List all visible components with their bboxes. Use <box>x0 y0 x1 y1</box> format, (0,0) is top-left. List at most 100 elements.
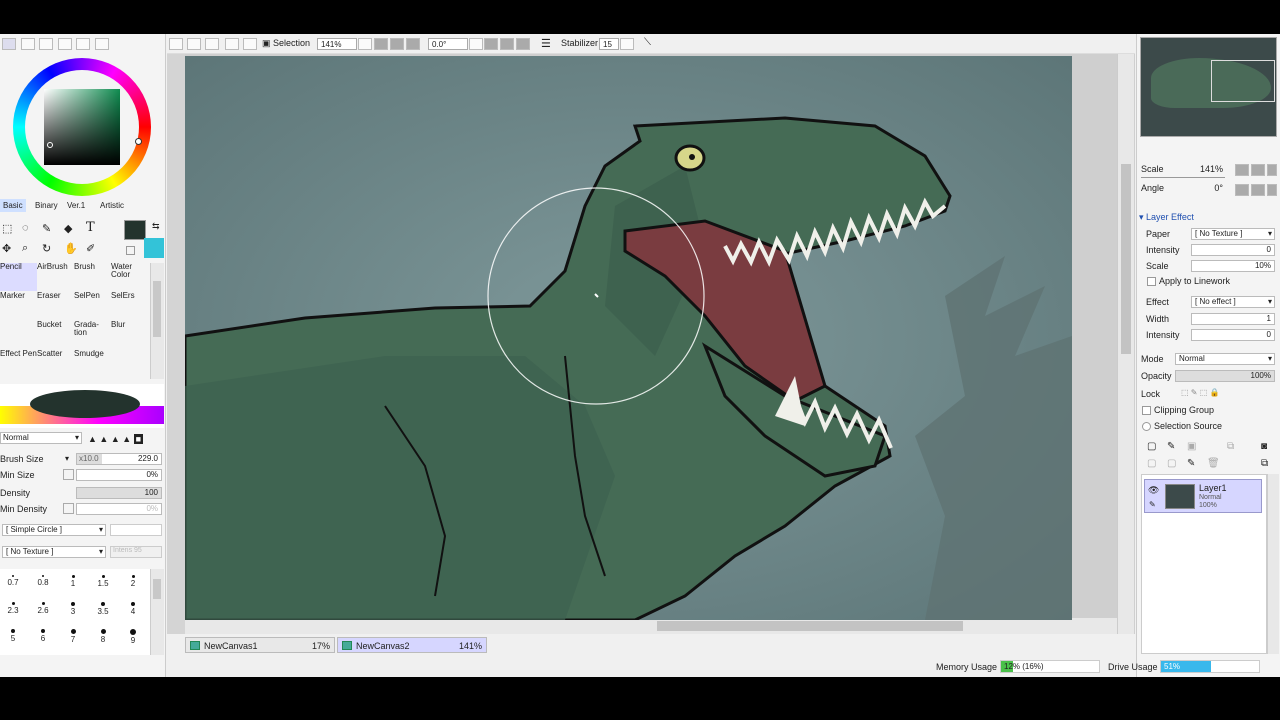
brush-shape-strength[interactable] <box>110 524 162 536</box>
brush-texture-select[interactable]: [ No Texture ] ▾ <box>2 546 106 558</box>
min-density-curve-button[interactable] <box>63 503 74 514</box>
tab-artistic[interactable]: Artistic <box>100 199 124 212</box>
apply-linework-checkbox[interactable] <box>1147 277 1156 286</box>
lasso-icon[interactable]: ◌ <box>22 222 29 234</box>
delete-layer-icon[interactable]: 🗑 <box>1207 458 1220 469</box>
transparent-color-icon[interactable] <box>126 246 135 255</box>
tool-blur[interactable]: Blur <box>111 321 148 349</box>
rgb-slider-icon[interactable] <box>20 38 35 50</box>
transfer-down-icon[interactable]: ▢ <box>1147 458 1156 469</box>
swatch-icon[interactable] <box>57 38 72 50</box>
effect-width-field[interactable]: 1 <box>1191 313 1275 325</box>
tool-empty[interactable] <box>0 321 37 349</box>
invert-select-icon[interactable] <box>225 38 239 50</box>
layer-effect-header[interactable]: ▾ Layer Effect <box>1139 212 1194 223</box>
clipping-group-checkbox[interactable] <box>1142 406 1151 415</box>
zoom-icon[interactable]: ⌕ <box>22 242 28 255</box>
new-linework-icon[interactable]: ✎ <box>1167 441 1175 452</box>
tool-marker[interactable]: Marker <box>0 292 37 320</box>
hand-icon[interactable]: ✋ <box>64 242 78 255</box>
tool-empty[interactable] <box>111 350 148 378</box>
tab-newcanvas1[interactable]: NewCanvas1 17% <box>185 637 335 653</box>
clear-layer-icon[interactable]: ✎ <box>1187 458 1195 469</box>
tool-effect-pen[interactable]: Effect Pen <box>0 350 37 378</box>
zoom-in-icon[interactable] <box>390 38 404 50</box>
size-preset[interactable]: 3.5 <box>92 600 114 620</box>
nav-rotate-left-icon[interactable] <box>1235 184 1249 196</box>
hsv-slider-icon[interactable] <box>39 38 54 50</box>
tool-bucket[interactable]: Bucket <box>37 321 74 349</box>
tool-pencil[interactable]: Pencil <box>0 263 37 291</box>
tool-grada-tion[interactable]: Grada-tion <box>74 321 111 349</box>
size-preset[interactable]: 2 <box>122 573 144 593</box>
min-size-field[interactable]: 0% <box>76 469 162 481</box>
nav-zoom-in-icon[interactable] <box>1251 164 1265 176</box>
min-size-curve-button[interactable] <box>63 469 74 480</box>
navigator-viewport[interactable] <box>1211 60 1275 102</box>
tool-water-color[interactable]: Water Color <box>111 263 148 291</box>
saturation-value-square[interactable] <box>44 89 120 165</box>
tab-ver1[interactable]: Ver.1 <box>67 199 85 212</box>
eyedropper-icon[interactable]: ✐ <box>86 242 95 255</box>
brush-size-multiplier[interactable]: x10.0 <box>79 454 99 464</box>
color-wheel[interactable] <box>13 58 151 196</box>
rotate-left-icon[interactable] <box>484 38 498 50</box>
flip-icon[interactable]: ☰ <box>541 37 551 50</box>
foreground-color-swatch[interactable] <box>124 220 146 240</box>
size-preset[interactable]: 8 <box>92 627 114 647</box>
tool-selpen[interactable]: SelPen <box>74 292 111 320</box>
new-layer-icon[interactable]: ▢ <box>1147 441 1156 452</box>
size-preset[interactable]: 3 <box>62 600 84 620</box>
size-preset[interactable]: 5 <box>2 627 24 647</box>
rotate-reset-icon[interactable] <box>516 38 530 50</box>
tool-brush[interactable]: Brush <box>74 263 111 291</box>
redo-icon[interactable] <box>187 38 201 50</box>
navigator-preview[interactable] <box>1140 37 1277 137</box>
effect-select[interactable]: [ No effect ] ▾ <box>1191 296 1275 308</box>
tool-smudge[interactable]: Smudge <box>74 350 111 378</box>
paper-intensity-field[interactable]: 0 <box>1191 244 1275 256</box>
nav-rotate-right-icon[interactable] <box>1251 184 1265 196</box>
nav-rotate-reset-icon[interactable] <box>1267 184 1277 196</box>
paper-scale-field[interactable]: 10% <box>1191 260 1275 272</box>
text-tool-icon[interactable]: T <box>86 220 95 235</box>
brush-texture-intensity[interactable]: Intens 95 <box>110 546 162 558</box>
min-density-field[interactable]: 0% <box>76 503 162 515</box>
brush-size-field[interactable]: x10.0 229.0 <box>76 453 162 465</box>
background-color-swatch[interactable] <box>144 238 164 258</box>
tab-basic[interactable]: Basic <box>0 199 26 212</box>
layer-mask-icon[interactable]: ◙ <box>1261 441 1267 452</box>
stabilizer-field[interactable]: 15 <box>599 38 619 50</box>
bucket-select-icon[interactable]: ◆ <box>64 222 72 235</box>
blend-mode-select[interactable]: Normal ▾ <box>0 432 82 444</box>
size-preset[interactable]: 1 <box>62 573 84 593</box>
tab-newcanvas2[interactable]: NewCanvas2 141% <box>337 637 487 653</box>
layer-row[interactable]: 👁 ✎ Layer1 Normal 100% <box>1144 479 1262 513</box>
brush-size-dropdown-icon[interactable]: ▾ <box>65 454 69 463</box>
copy-layer-icon[interactable]: ⧉ <box>1227 441 1234 452</box>
tool-grid-scrollbar[interactable] <box>150 263 164 379</box>
size-preset[interactable]: 0.8 <box>32 573 54 593</box>
size-preset[interactable]: 2.3 <box>2 600 24 620</box>
angle-dropdown-icon[interactable] <box>469 38 483 50</box>
canvas-vscrollbar[interactable] <box>1117 54 1134 634</box>
density-field[interactable]: 100 <box>76 487 162 499</box>
rotate-right-icon[interactable] <box>500 38 514 50</box>
tool-selers[interactable]: SelErs <box>111 292 148 320</box>
merge-visible-icon[interactable]: ⧉ <box>1261 458 1268 469</box>
selection-source-checkbox[interactable] <box>1142 422 1151 431</box>
angle-field[interactable]: 0.0° <box>428 38 468 50</box>
merge-down-icon[interactable]: ▢ <box>1167 458 1176 469</box>
tool-scatter[interactable]: Scatter <box>37 350 74 378</box>
magic-wand-icon[interactable]: ✎ <box>42 222 51 235</box>
tool-airbrush[interactable]: AirBrush <box>37 263 74 291</box>
new-folder-icon[interactable]: ▣ <box>1187 441 1196 452</box>
zoom-reset-icon[interactable] <box>406 38 420 50</box>
rotate-icon[interactable]: ↻ <box>42 242 51 255</box>
undo-icon[interactable] <box>169 38 183 50</box>
layer-mode-select[interactable]: Normal ▾ <box>1175 353 1275 365</box>
brush-shape-buttons[interactable]: ▲ ▲ ▲ ▲ ■ <box>88 434 144 444</box>
visibility-eye-icon[interactable]: 👁 <box>1148 485 1159 496</box>
effect-intensity-field[interactable]: 0 <box>1191 329 1275 341</box>
nav-zoom-reset-icon[interactable] <box>1267 164 1277 176</box>
